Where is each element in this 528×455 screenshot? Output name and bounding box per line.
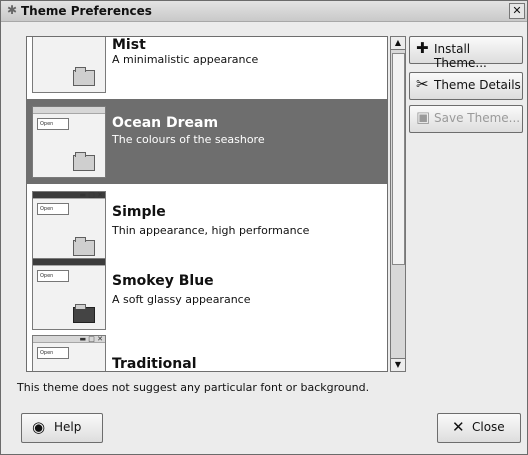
close-icon: ✕ [452,418,465,436]
tools-icon: ✂ [416,75,429,93]
preview-open-button: Open [37,118,69,130]
window-close-icon[interactable]: ✕ [509,3,525,19]
theme-description: Thin appearance, high performance [112,224,310,237]
floppy-disk-icon: ▣ [416,108,431,126]
scroll-down-button[interactable]: ▼ [391,358,405,371]
preview-open-button: Open [37,347,69,359]
theme-details-label: Theme Details [434,78,521,92]
scroll-up-button[interactable]: ▲ [391,37,405,50]
app-icon: ✱ [7,3,18,17]
help-button[interactable]: ◉ Help [21,413,103,443]
theme-thumbnail-mist [32,37,106,93]
theme-details-button[interactable]: ✂ Theme Details [409,72,523,100]
theme-list[interactable]: Mist A minimalistic appearance Open Ocea… [26,36,388,372]
theme-name: Mist [112,37,146,53]
preview-open-button: Open [37,203,69,215]
plus-icon: ✚ [416,39,429,57]
theme-preferences-window: ✱ Theme Preferences ✕ Mist A minimalisti… [0,0,528,455]
theme-name: Smokey Blue [112,273,214,289]
help-label: Help [54,420,82,434]
theme-item-ocean-dream[interactable]: Open Ocean Dream The colours of the seas… [27,99,387,184]
preview-window-buttons: ▬ □ ✕ [79,191,103,199]
preview-window-buttons: ▬ □ ✕ [79,335,103,343]
theme-description: A soft glassy appearance [112,293,251,306]
close-button[interactable]: ✕ Close [437,413,521,443]
theme-name: Simple [112,204,166,220]
preview-titlebar [33,107,105,114]
theme-list-scrollbar[interactable]: ▲ ▼ [390,36,406,372]
title-bar[interactable]: ✱ Theme Preferences ✕ [1,1,527,22]
theme-item-mist[interactable]: Mist A minimalistic appearance [27,37,387,99]
folder-icon [73,152,95,171]
theme-item-traditional[interactable]: ▬ □ ✕ Open Traditional [27,330,387,372]
theme-hint-text: This theme does not suggest any particul… [17,381,370,394]
theme-item-smokey-blue[interactable]: Open Smokey Blue A soft glassy appearanc… [27,253,387,338]
theme-name: Traditional [112,356,197,372]
theme-thumbnail-traditional: ▬ □ ✕ Open [32,335,106,371]
theme-description: A minimalistic appearance [112,53,259,66]
theme-thumbnail-smokey-blue: Open [32,258,106,330]
save-theme-label: Save Theme... [434,111,521,125]
scroll-thumb[interactable] [392,53,405,265]
lifebuoy-icon: ◉ [32,418,46,436]
window-title: Theme Preferences [21,4,152,18]
install-theme-label: Install Theme... [434,42,487,70]
close-label: Close [472,420,505,434]
folder-icon [73,304,95,323]
install-theme-button[interactable]: ✚ Install Theme... [409,36,523,70]
preview-open-button: Open [37,270,69,282]
theme-description: The colours of the seashore [112,133,265,146]
preview-titlebar [33,259,105,266]
theme-thumbnail-ocean-dream: Open [32,106,106,178]
theme-name: Ocean Dream [112,115,219,131]
save-theme-button[interactable]: ▣ Save Theme... [409,105,523,133]
folder-icon [73,67,95,86]
